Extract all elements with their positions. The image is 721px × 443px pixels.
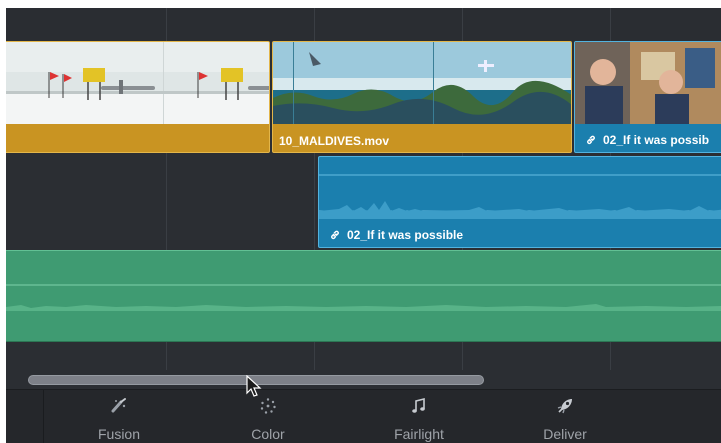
video-clip-maldives[interactable]: 10_MALDIVES.mov [272,41,572,153]
color-icon [260,398,276,414]
clip-label: 10_MALDIVES.mov [279,134,390,148]
clip-label: 02_If it was possib [585,133,709,147]
page-navigation-bar: Fusion Color Fairlight Deliver [6,389,721,443]
clip-label-text: 02_If it was possib [603,133,710,147]
page-tab-label: Fusion [97,426,141,442]
page-tab-fusion[interactable]: Fusion [64,396,174,443]
link-icon [587,135,595,145]
fusion-icon [111,398,126,413]
clip-label: 02_If it was possible [329,228,463,242]
clip-label-text: 02_If it was possible [347,228,464,242]
timeline-ruler[interactable] [6,8,721,41]
video-clip-left[interactable] [6,41,270,153]
mouse-cursor-icon [246,375,262,397]
audio-waveform [6,284,721,311]
link-icon [331,230,339,240]
deliver-icon [557,399,572,414]
page-tab-deliver[interactable]: Deliver [510,396,620,443]
audio-waveform [319,174,721,219]
clip-thumbnails [273,42,571,124]
page-tab-label: Fairlight [394,426,444,442]
clip-thumbnails [575,42,721,124]
clip-thumbnails [6,42,269,124]
audio-clip-green[interactable] [6,250,721,342]
horizontal-scroll-area [6,370,721,390]
page-tab-fairlight[interactable]: Fairlight [364,396,474,443]
fairlight-icon [412,397,425,413]
page-tab-label: Color [251,426,285,442]
audio-clip-blue[interactable]: 02_If it was possible [318,156,721,248]
divider [43,390,44,443]
page-tab-color[interactable]: Color [213,396,323,443]
video-clip-interview[interactable]: 02_If it was possib [574,41,721,153]
page-tab-label: Deliver [543,426,587,442]
timeline-panel[interactable]: 10_MALDIVES.mov 02_If it was possib 02_I… [6,8,721,443]
